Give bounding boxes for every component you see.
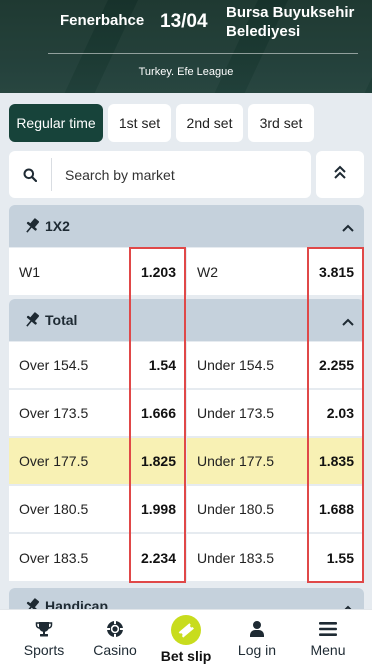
nav-bet-slip[interactable]: Bet slip [149,610,223,664]
menu-icon [291,619,365,639]
odd-value: 1.998 [140,501,176,517]
outcome-label: Under 183.5 [197,549,275,566]
odd-cell-under[interactable]: Under 180.5 1.688 [187,486,364,532]
outcome-label: W1 [19,263,40,280]
outcome-label: W2 [197,263,218,280]
odd-cell-over[interactable]: Over 180.5 1.998 [9,486,186,532]
tab-3rd-set[interactable]: 3rd set [248,104,314,142]
trophy-icon [7,619,81,639]
odd-value: 1.203 [140,263,176,280]
odd-value: 1.54 [148,357,176,373]
chevron-up-icon[interactable] [342,220,354,238]
odd-cell-over[interactable]: Over 183.5 2.234 [9,534,186,581]
search-icon[interactable] [9,151,51,198]
outcome-label: Over 173.5 [19,405,89,421]
market-title: Total [45,312,78,328]
collapse-all-button[interactable] [316,151,364,198]
nav-label: Bet slip [160,648,212,664]
outcome-label: Over 177.5 [19,453,89,469]
nav-casino[interactable]: Casino [78,610,152,664]
header-divider [48,53,358,54]
odd-value: 1.835 [318,453,354,469]
odd-cell-w2[interactable]: W2 3.815 [187,248,364,295]
tab-regular-time[interactable]: Regular time [9,104,103,142]
outcome-label: Under 173.5 [197,405,275,421]
user-icon [220,619,294,639]
odd-value: 2.255 [318,357,354,373]
bottom-navigation: Sports Casino Bet slip Log in Menu [0,609,372,664]
odd-cell-under[interactable]: Under 154.5 2.255 [187,342,364,388]
odd-value: 2.03 [326,405,354,421]
match-score: 13/04 [160,11,208,32]
odd-cell-under[interactable]: Under 183.5 1.55 [187,534,364,581]
nav-sports[interactable]: Sports [7,610,81,664]
tab-label: 3rd set [259,115,303,131]
outcome-label: Under 154.5 [197,357,275,373]
nav-log-in[interactable]: Log in [220,610,294,664]
market-search-box [9,151,311,198]
odd-cell-over[interactable]: Over 154.5 1.54 [9,342,186,388]
chevron-up-icon[interactable] [342,314,354,332]
nav-label: Menu [310,642,346,658]
team1-name: Fenerbahce [60,12,145,29]
market-header-1x2[interactable]: 1X2 [9,205,364,247]
nav-menu[interactable]: Menu [291,610,365,664]
nav-label: Sports [23,642,65,658]
odd-cell-under[interactable]: Under 173.5 2.03 [187,390,364,436]
outcome-label: Over 183.5 [19,549,89,566]
tab-2nd-set[interactable]: 2nd set [176,104,243,142]
tab-label: 1st set [118,115,161,131]
search-input[interactable] [52,166,292,183]
outcome-label: Under 177.5 [197,453,275,469]
casino-chip-icon [78,619,152,639]
outcome-label: Under 180.5 [197,501,275,517]
league-name: Turkey. Efe League [138,66,234,78]
nav-label: Log in [237,642,277,658]
pin-icon[interactable] [22,216,42,241]
team2-name: Bursa Buyuksehir Belediyesi [226,4,355,40]
tab-1st-set[interactable]: 1st set [108,104,171,142]
odd-cell-w1[interactable]: W1 1.203 [9,248,186,295]
odd-cell-over[interactable]: Over 173.5 1.666 [9,390,186,436]
odd-value: 3.815 [318,263,354,280]
odd-cell-under[interactable]: Under 177.5 1.835 [187,438,364,484]
outcome-label: Over 180.5 [19,501,89,517]
odd-value: 1.666 [140,405,176,421]
tab-label: Regular time [16,115,96,131]
match-header: Fenerbahce 13/04 Bursa Buyuksehir Beledi… [0,0,372,93]
market-title: 1X2 [45,218,70,234]
odd-value: 2.234 [140,549,176,566]
double-chevron-up-icon [333,164,347,185]
odd-value: 1.688 [318,501,354,517]
ticket-icon [171,615,201,645]
odd-value: 1.55 [326,549,354,566]
tab-label: 2nd set [186,115,233,131]
nav-label: Casino [93,642,137,658]
odd-value: 1.825 [140,453,176,469]
odd-cell-over[interactable]: Over 177.5 1.825 [9,438,186,484]
market-header-total[interactable]: Total [9,299,364,341]
outcome-label: Over 154.5 [19,357,89,373]
pin-icon[interactable] [22,310,42,335]
